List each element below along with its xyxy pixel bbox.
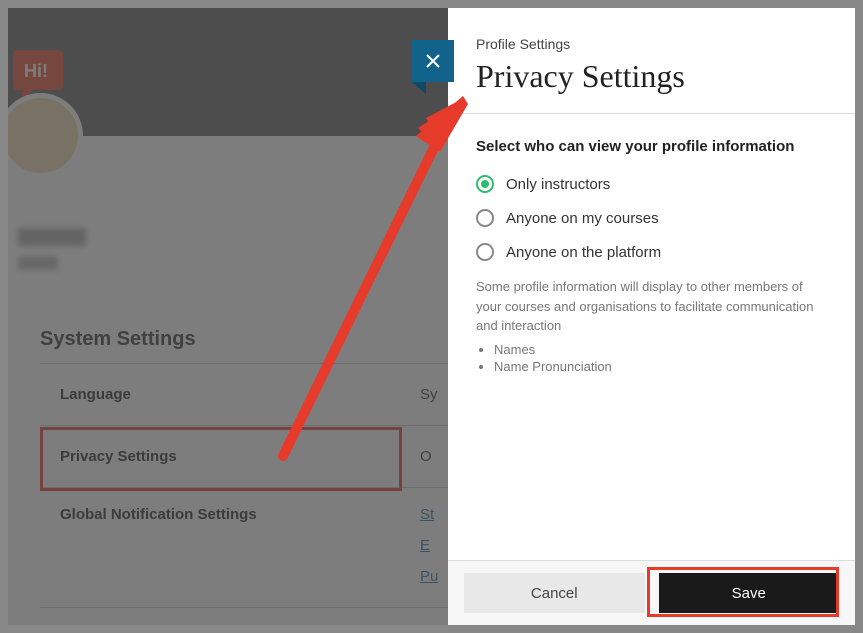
- panel-header: Profile Settings Privacy Settings: [448, 8, 855, 114]
- radio-label: Anyone on my courses: [506, 210, 659, 227]
- helper-list: Names Name Pronunciation: [494, 342, 827, 374]
- radio-icon: [476, 175, 494, 193]
- user-detail-blur: [18, 256, 58, 270]
- panel-footer: Cancel Save: [448, 560, 855, 625]
- breadcrumb: Profile Settings: [476, 36, 827, 52]
- privacy-settings-panel: Profile Settings Privacy Settings Select…: [448, 8, 855, 625]
- radio-anyone-courses[interactable]: Anyone on my courses: [476, 209, 827, 227]
- close-icon: [425, 53, 441, 69]
- radio-label: Only instructors: [506, 176, 610, 193]
- row-value: Sy: [420, 386, 438, 403]
- row-value: O: [420, 448, 432, 465]
- panel-body: Select who can view your profile informa…: [448, 114, 855, 560]
- radio-label: Anyone on the platform: [506, 244, 661, 261]
- visibility-prompt: Select who can view your profile informa…: [476, 138, 827, 155]
- svg-text:Hi!: Hi!: [24, 61, 48, 81]
- close-button-tail: [412, 82, 426, 94]
- notification-link[interactable]: St: [420, 506, 438, 523]
- close-button[interactable]: [412, 40, 454, 82]
- helper-list-item: Name Pronunciation: [494, 359, 827, 374]
- row-label: Global Notification Settings: [60, 506, 420, 523]
- notification-link[interactable]: E: [420, 537, 438, 554]
- notification-links: St E Pu: [420, 506, 438, 599]
- helper-text: Some profile information will display to…: [476, 277, 827, 336]
- row-label: Language: [60, 386, 420, 403]
- row-label: Privacy Settings: [60, 448, 420, 465]
- user-name-blur: [18, 228, 86, 246]
- radio-icon: [476, 243, 494, 261]
- panel-title: Privacy Settings: [476, 58, 827, 95]
- helper-list-item: Names: [494, 342, 827, 357]
- radio-only-instructors[interactable]: Only instructors: [476, 175, 827, 193]
- cancel-button[interactable]: Cancel: [464, 573, 645, 613]
- avatar: [8, 93, 83, 178]
- notification-link[interactable]: Pu: [420, 568, 438, 585]
- radio-anyone-platform[interactable]: Anyone on the platform: [476, 243, 827, 261]
- system-settings-heading: System Settings: [40, 328, 196, 351]
- radio-icon: [476, 209, 494, 227]
- save-button[interactable]: Save: [659, 573, 840, 613]
